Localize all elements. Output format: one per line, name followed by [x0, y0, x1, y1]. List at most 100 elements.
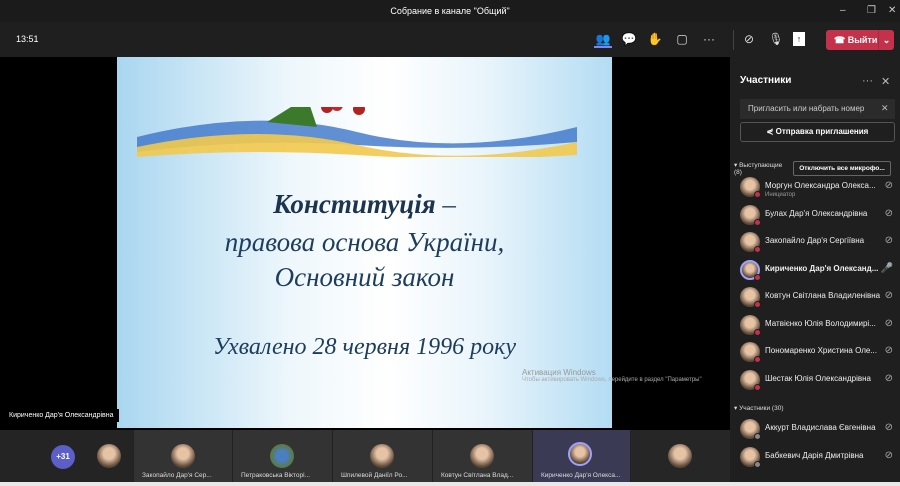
- slide-title-line: Конституція –: [117, 189, 612, 220]
- participant-row[interactable]: Матвієнко Юлія Володимирі... ⊘: [740, 314, 895, 339]
- video-tile-active-speaker[interactable]: Кириченко Дар'я Олекса...: [532, 430, 630, 482]
- slide-title: Конституція: [273, 189, 436, 219]
- share-icon[interactable]: ↑: [793, 32, 805, 46]
- status-dot: [754, 461, 761, 468]
- participant-row[interactable]: Моргун Олександра Олекса... Инициатор ⊘: [740, 177, 895, 201]
- avatar: [270, 444, 294, 468]
- avatar: [97, 444, 121, 468]
- leave-label: Выйти: [847, 35, 878, 45]
- mic-off-icon[interactable]: 🎙: [767, 30, 785, 48]
- status-dot: [754, 301, 761, 308]
- meeting-toolbar: 13:51 👥 💬 ✋ ▢ ··· ⊘ 🎙 ↑ ☎ Выйти ⌄: [0, 22, 900, 57]
- mute-all-button[interactable]: Отключить все микрофо...: [793, 161, 891, 176]
- share-link-icon: ⋞: [766, 127, 776, 136]
- overflow-tile[interactable]: +31: [0, 430, 133, 482]
- participant-name: Моргун Олександра Олекса...: [765, 181, 876, 190]
- presenters-section-toggle[interactable]: ▾ Выступающие (8): [734, 161, 784, 176]
- status-dot: [754, 218, 761, 226]
- chevron-down-icon[interactable]: ⌄: [878, 30, 894, 50]
- participant-row[interactable]: Закопайло Дар'я Сергіївна ⊘: [740, 232, 895, 256]
- send-invite-button[interactable]: ⋞ Отправка приглашения: [740, 122, 895, 142]
- video-tile[interactable]: Закопайло Дар'я Сер...: [133, 430, 232, 482]
- slide-dash: –: [435, 189, 456, 219]
- more-participants-badge[interactable]: +31: [51, 445, 75, 469]
- rooms-icon[interactable]: ▢: [673, 30, 691, 48]
- mic-off-icon[interactable]: ⊘: [885, 290, 893, 301]
- avatar: [370, 444, 394, 468]
- slide-line-2: правова основа України,: [224, 227, 505, 257]
- mic-off-icon[interactable]: ⊘: [885, 450, 893, 461]
- status-dot: [754, 191, 761, 198]
- participant-row[interactable]: Шестак Юлія Олександрівна ⊘: [740, 369, 895, 394]
- more-options-icon[interactable]: ···: [862, 75, 873, 87]
- mic-off-icon[interactable]: ⊘: [885, 345, 893, 356]
- mic-off-icon[interactable]: ⊘: [885, 373, 893, 384]
- mic-off-icon[interactable]: ⊘: [885, 235, 893, 246]
- mic-off-icon[interactable]: ⊘: [885, 318, 893, 329]
- phone-icon: ☎: [834, 35, 848, 45]
- clear-input-icon[interactable]: ✕: [881, 103, 889, 114]
- video-tile[interactable]: Ковтун Світлана Влад...: [432, 430, 532, 482]
- mic-off-icon[interactable]: ⊘: [885, 180, 893, 191]
- tile-name: Ковтун Світлана Влад...: [441, 472, 514, 479]
- close-button[interactable]: ✕: [888, 0, 896, 22]
- presenters-label: Выступающие (8): [734, 162, 783, 176]
- participant-name: Булах Дар'я Олександрівна: [765, 208, 868, 218]
- participant-row[interactable]: Пономаренко Христина Оле... ⊘: [740, 342, 895, 366]
- presenter-name-label: Кириченко Дар'я Олександрівна: [4, 409, 119, 422]
- participants-icon[interactable]: 👥: [594, 30, 612, 48]
- taskbar-edge: [0, 482, 900, 486]
- leave-button[interactable]: ☎ Выйти ⌄: [826, 30, 894, 50]
- raise-hand-icon[interactable]: ✋: [646, 30, 664, 48]
- participant-row[interactable]: Ковтун Світлана Владиленівна ⊘: [740, 287, 895, 311]
- participant-name: Бабкевич Дарія Дмитрівна: [765, 451, 864, 460]
- divider: [733, 30, 734, 50]
- status-dot: [754, 356, 761, 363]
- status-dot: [754, 246, 761, 253]
- status-dot: [754, 383, 761, 391]
- send-invite-label: Отправка приглашения: [775, 127, 869, 136]
- participant-row[interactable]: Кириченко Дар'я Олександ... 🎤: [740, 259, 895, 284]
- participant-row[interactable]: Бабкевич Дарія Дмитрівна ⊘: [740, 447, 895, 471]
- video-tile[interactable]: Шпилевой Даніїл Ро...: [332, 430, 432, 482]
- avatar: [568, 442, 592, 466]
- watermark-text: Чтобы активировать Windows, перейдите в …: [522, 377, 702, 383]
- participant-role: Инициатор: [765, 192, 796, 198]
- tile-name: Петраковська Вікторі...: [241, 472, 310, 479]
- camera-off-icon[interactable]: ⊘: [740, 30, 758, 48]
- tile-name: Кириченко Дар'я Олекса...: [541, 472, 621, 479]
- status-dot: [754, 433, 761, 440]
- participants-panel: Участники ··· ✕ Пригласить или набрать н…: [730, 57, 900, 482]
- windows-activation-watermark: Активация Windows Чтобы активировать Wind…: [522, 368, 702, 383]
- maximize-button[interactable]: ❐: [867, 0, 876, 22]
- minimize-button[interactable]: –: [840, 0, 846, 22]
- mic-off-icon[interactable]: ⊘: [885, 208, 893, 219]
- participant-row[interactable]: Булах Дар'я Олександрівна ⊘: [740, 204, 895, 229]
- participant-name: Закопайло Дар'я Сергіївна: [765, 236, 865, 245]
- close-panel-icon[interactable]: ✕: [881, 75, 890, 88]
- watermark-title: Активация Windows: [522, 368, 596, 377]
- more-actions-icon[interactable]: ···: [700, 30, 718, 48]
- shared-screen: Конституція – правова основа України, Ос…: [0, 57, 730, 430]
- avatar: [171, 444, 195, 468]
- participant-video-strip: +31 Закопайло Дар'я Сер... Петраковська …: [0, 430, 730, 482]
- attendees-section-toggle[interactable]: ▾ Участники (30): [734, 404, 784, 412]
- title-bar: Собрание в канале "Общий" – ❐ ✕: [0, 0, 900, 22]
- participant-name: Аккурт Владислава Євгенівна: [765, 423, 876, 432]
- video-tile[interactable]: Петраковська Вікторі...: [232, 430, 332, 482]
- avatar: [668, 444, 692, 468]
- participant-name: Ковтун Світлана Владиленівна: [765, 291, 881, 300]
- participant-row[interactable]: Аккурт Владислава Євгенівна ⊘: [740, 419, 895, 443]
- video-tile[interactable]: [630, 430, 730, 482]
- tile-name: Шпилевой Даніїл Ро...: [341, 472, 408, 479]
- attendees-label: Участники (30): [739, 405, 784, 412]
- panel-title: Участники: [740, 75, 792, 86]
- mic-icon[interactable]: 🎤: [881, 263, 893, 274]
- slide-line-3: Основний закон: [274, 262, 455, 292]
- mic-off-icon[interactable]: ⊘: [885, 422, 893, 433]
- participant-name: Пономаренко Христина Оле...: [765, 346, 877, 355]
- invite-input[interactable]: Пригласить или набрать номер: [740, 99, 895, 119]
- status-dot: [754, 273, 761, 281]
- chat-icon[interactable]: 💬: [620, 30, 638, 48]
- avatar: [470, 444, 494, 468]
